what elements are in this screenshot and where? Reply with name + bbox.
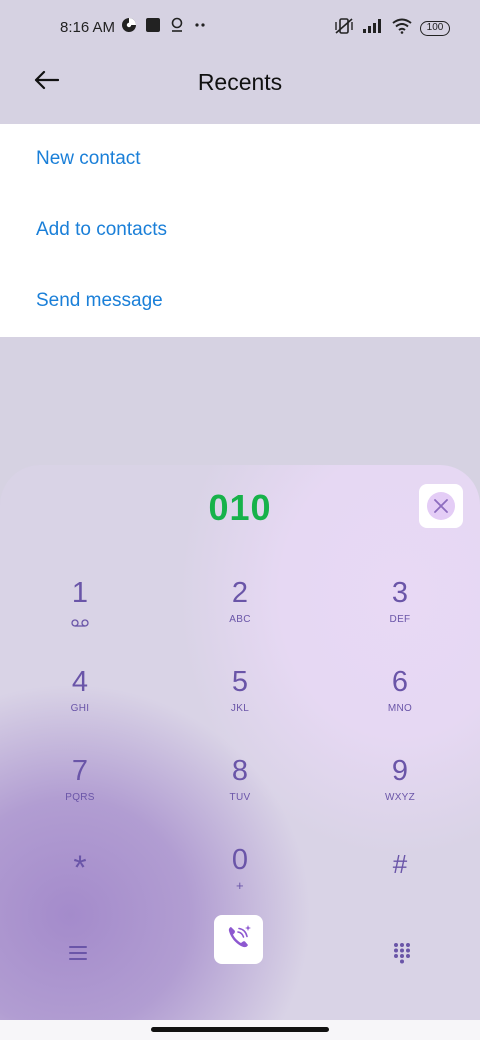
key-0[interactable]: 0 + bbox=[180, 844, 300, 924]
key-digit: 7 bbox=[71, 755, 89, 787]
key-digit: 9 bbox=[391, 755, 409, 787]
key-4[interactable]: 4 GHI bbox=[20, 666, 140, 746]
key-digit: 5 bbox=[231, 666, 249, 698]
dialed-number: 010 bbox=[208, 487, 272, 528]
clear-button[interactable] bbox=[419, 484, 463, 528]
key-star[interactable]: * bbox=[20, 849, 140, 929]
key-8[interactable]: 8 TUV bbox=[180, 755, 300, 835]
key-letters: WXYZ bbox=[384, 792, 416, 803]
keypad-icon bbox=[392, 942, 412, 969]
key-letters: ABC bbox=[229, 614, 251, 625]
menu-item-new-contact[interactable]: New contact bbox=[36, 148, 141, 170]
keypad-toggle-button[interactable] bbox=[389, 942, 415, 968]
key-letters: MNO bbox=[387, 703, 413, 714]
key-letters: PQRS bbox=[65, 792, 95, 803]
signal-icon bbox=[362, 18, 384, 39]
square-notification-icon bbox=[145, 17, 161, 38]
phone-call-icon bbox=[224, 922, 254, 957]
app-notification-icon bbox=[121, 17, 137, 38]
key-digit: * bbox=[73, 849, 87, 887]
key-letters: + bbox=[236, 878, 244, 893]
battery-level: 100 bbox=[426, 22, 444, 33]
call-button[interactable] bbox=[214, 915, 263, 964]
key-digit: 8 bbox=[231, 755, 249, 787]
key-digit: 2 bbox=[231, 577, 249, 609]
key-3[interactable]: 3 DEF bbox=[340, 577, 460, 657]
navigation-bar bbox=[0, 1020, 480, 1040]
status-time: 8:16 AM bbox=[60, 19, 116, 36]
menu-item-add-to-contacts[interactable]: Add to contacts bbox=[36, 219, 167, 241]
key-digit: 3 bbox=[391, 577, 409, 609]
hamburger-icon bbox=[68, 945, 88, 966]
key-digit: # bbox=[392, 849, 408, 879]
battery-icon: 100 bbox=[420, 21, 450, 36]
key-1[interactable]: 1 bbox=[20, 577, 140, 657]
key-hash[interactable]: # bbox=[340, 849, 460, 929]
key-letters: TUV bbox=[229, 792, 251, 803]
app-bar: Recents bbox=[0, 56, 480, 124]
status-bar: 8:16 AM 100 bbox=[0, 0, 480, 56]
key-2[interactable]: 2 ABC bbox=[180, 577, 300, 657]
key-digit: 1 bbox=[71, 577, 89, 609]
key-digit: 0 bbox=[231, 844, 249, 876]
home-indicator[interactable] bbox=[151, 1027, 329, 1032]
key-6[interactable]: 6 MNO bbox=[340, 666, 460, 746]
location-icon bbox=[169, 17, 185, 38]
key-5[interactable]: 5 JKL bbox=[180, 666, 300, 746]
key-9[interactable]: 9 WXYZ bbox=[340, 755, 460, 835]
wifi-icon bbox=[392, 18, 412, 39]
key-7[interactable]: 7 PQRS bbox=[20, 755, 140, 835]
vibrate-off-icon bbox=[334, 17, 354, 40]
dialer-panel: 010 1 2 ABC 3 DEF 4 GHI 5 JKL 6 MNO 7 PQ… bbox=[0, 465, 480, 1020]
key-letters: GHI bbox=[70, 703, 90, 714]
more-dots-icon bbox=[193, 17, 207, 38]
status-icons-left bbox=[121, 17, 207, 38]
key-letters: DEF bbox=[389, 614, 411, 625]
menu-item-send-message[interactable]: Send message bbox=[36, 290, 163, 312]
key-digit: 4 bbox=[71, 666, 89, 698]
key-digit: 6 bbox=[391, 666, 409, 698]
close-icon bbox=[427, 492, 455, 520]
page-title: Recents bbox=[197, 69, 283, 95]
status-icons-right: 100 bbox=[334, 17, 450, 40]
dialer-menu-button[interactable] bbox=[65, 942, 91, 968]
options-menu: New contact Add to contacts Send message bbox=[0, 124, 480, 337]
voicemail-icon bbox=[70, 615, 90, 633]
key-letters: JKL bbox=[230, 703, 250, 714]
